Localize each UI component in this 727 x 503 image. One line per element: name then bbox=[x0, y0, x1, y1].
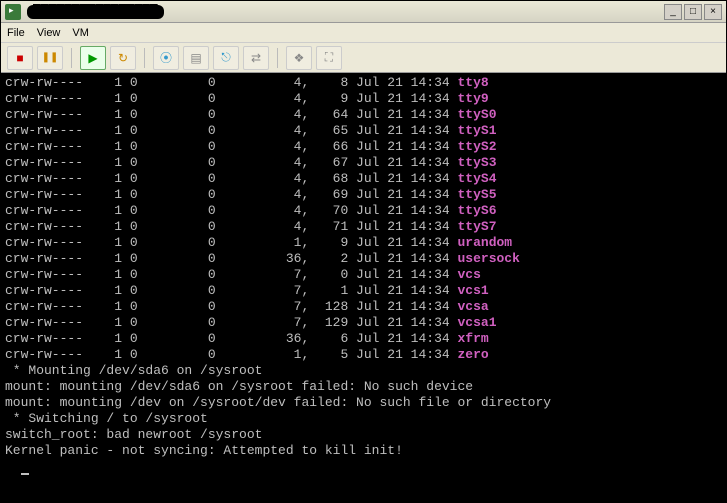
device-row: crw-rw---- 1 0 0 7, 1 Jul 21 14:34 vcs1 bbox=[5, 283, 722, 299]
console-message: mount: mounting /dev on /sysroot/dev fai… bbox=[5, 395, 722, 411]
refresh-button[interactable]: ↻ bbox=[110, 46, 136, 70]
minimize-button[interactable]: _ bbox=[664, 4, 682, 20]
device-row: crw-rw---- 1 0 0 4, 8 Jul 21 14:34 tty8 bbox=[5, 75, 722, 91]
play-button[interactable]: ▶ bbox=[80, 46, 106, 70]
device-row: crw-rw---- 1 0 0 1, 9 Jul 21 14:34 urand… bbox=[5, 235, 722, 251]
snapshot-button[interactable]: ❖ bbox=[286, 46, 312, 70]
device-name: ttyS0 bbox=[457, 107, 496, 122]
usb-button[interactable]: ⎋ bbox=[213, 46, 239, 70]
floppy-button[interactable]: ▤ bbox=[183, 46, 209, 70]
device-name: ttyS7 bbox=[457, 219, 496, 234]
device-row: crw-rw---- 1 0 0 4, 69 Jul 21 14:34 ttyS… bbox=[5, 187, 722, 203]
device-name: xfrm bbox=[457, 331, 488, 346]
device-row: crw-rw---- 1 0 0 7, 128 Jul 21 14:34 vcs… bbox=[5, 299, 722, 315]
device-name: urandom bbox=[457, 235, 512, 250]
device-row: crw-rw---- 1 0 0 4, 65 Jul 21 14:34 ttyS… bbox=[5, 123, 722, 139]
device-name: ttyS1 bbox=[457, 123, 496, 138]
device-name: vcs1 bbox=[457, 283, 488, 298]
device-name: ttyS5 bbox=[457, 187, 496, 202]
menu-vm[interactable]: VM bbox=[72, 27, 89, 39]
toolbar: ■ ❚❚ ▶ ↻ ⦿ ▤ ⎋ ⇄ ❖ ⛶ bbox=[1, 43, 726, 73]
separator bbox=[71, 48, 72, 68]
device-row: crw-rw---- 1 0 0 4, 68 Jul 21 14:34 ttyS… bbox=[5, 171, 722, 187]
console-message: * Mounting /dev/sda6 on /sysroot bbox=[5, 363, 722, 379]
stop-button[interactable]: ■ bbox=[7, 46, 33, 70]
device-name: vcsa1 bbox=[457, 315, 496, 330]
menu-view[interactable]: View bbox=[37, 27, 61, 39]
device-name: ttyS4 bbox=[457, 171, 496, 186]
separator bbox=[144, 48, 145, 68]
device-row: crw-rw---- 1 0 0 4, 9 Jul 21 14:34 tty9 bbox=[5, 91, 722, 107]
device-name: ttyS6 bbox=[457, 203, 496, 218]
device-name: ttyS2 bbox=[457, 139, 496, 154]
console-message: switch_root: bad newroot /sysroot bbox=[5, 427, 722, 443]
cd-button[interactable]: ⦿ bbox=[153, 46, 179, 70]
fullscreen-button[interactable]: ⛶ bbox=[316, 46, 342, 70]
device-row: crw-rw---- 1 0 0 4, 66 Jul 21 14:34 ttyS… bbox=[5, 139, 722, 155]
window-controls: _ □ × bbox=[664, 4, 722, 20]
device-row: crw-rw---- 1 0 0 4, 67 Jul 21 14:34 ttyS… bbox=[5, 155, 722, 171]
cursor-line bbox=[5, 459, 722, 475]
device-row: crw-rw---- 1 0 0 4, 71 Jul 21 14:34 ttyS… bbox=[5, 219, 722, 235]
app-icon bbox=[5, 4, 21, 20]
menubar: File View VM bbox=[1, 23, 726, 43]
device-row: crw-rw---- 1 0 0 36, 6 Jul 21 14:34 xfrm bbox=[5, 331, 722, 347]
device-row: crw-rw---- 1 0 0 1, 5 Jul 21 14:34 zero bbox=[5, 347, 722, 363]
device-row: crw-rw---- 1 0 0 36, 2 Jul 21 14:34 user… bbox=[5, 251, 722, 267]
separator bbox=[277, 48, 278, 68]
pause-button[interactable]: ❚❚ bbox=[37, 46, 63, 70]
device-name: tty9 bbox=[457, 91, 488, 106]
device-name: vcsa bbox=[457, 299, 488, 314]
device-name: ttyS3 bbox=[457, 155, 496, 170]
console-message: mount: mounting /dev/sda6 on /sysroot fa… bbox=[5, 379, 722, 395]
menu-file[interactable]: File bbox=[7, 27, 25, 39]
vm-console-window: ████████████████ _ □ × File View VM ■ ❚❚… bbox=[0, 0, 727, 503]
cursor bbox=[21, 473, 29, 475]
close-button[interactable]: × bbox=[704, 4, 722, 20]
device-name: zero bbox=[457, 347, 488, 362]
window-title: ████████████████ bbox=[27, 5, 664, 19]
network-button[interactable]: ⇄ bbox=[243, 46, 269, 70]
console-message: * Switching / to /sysroot bbox=[5, 411, 722, 427]
device-row: crw-rw---- 1 0 0 4, 70 Jul 21 14:34 ttyS… bbox=[5, 203, 722, 219]
device-name: vcs bbox=[457, 267, 480, 282]
console-output[interactable]: crw-rw---- 1 0 0 4, 8 Jul 21 14:34 tty8c… bbox=[1, 73, 726, 502]
device-name: tty8 bbox=[457, 75, 488, 90]
device-row: crw-rw---- 1 0 0 4, 64 Jul 21 14:34 ttyS… bbox=[5, 107, 722, 123]
device-row: crw-rw---- 1 0 0 7, 0 Jul 21 14:34 vcs bbox=[5, 267, 722, 283]
device-row: crw-rw---- 1 0 0 7, 129 Jul 21 14:34 vcs… bbox=[5, 315, 722, 331]
titlebar: ████████████████ _ □ × bbox=[1, 1, 726, 23]
maximize-button[interactable]: □ bbox=[684, 4, 702, 20]
console-message: Kernel panic - not syncing: Attempted to… bbox=[5, 443, 722, 459]
device-name: usersock bbox=[457, 251, 519, 266]
